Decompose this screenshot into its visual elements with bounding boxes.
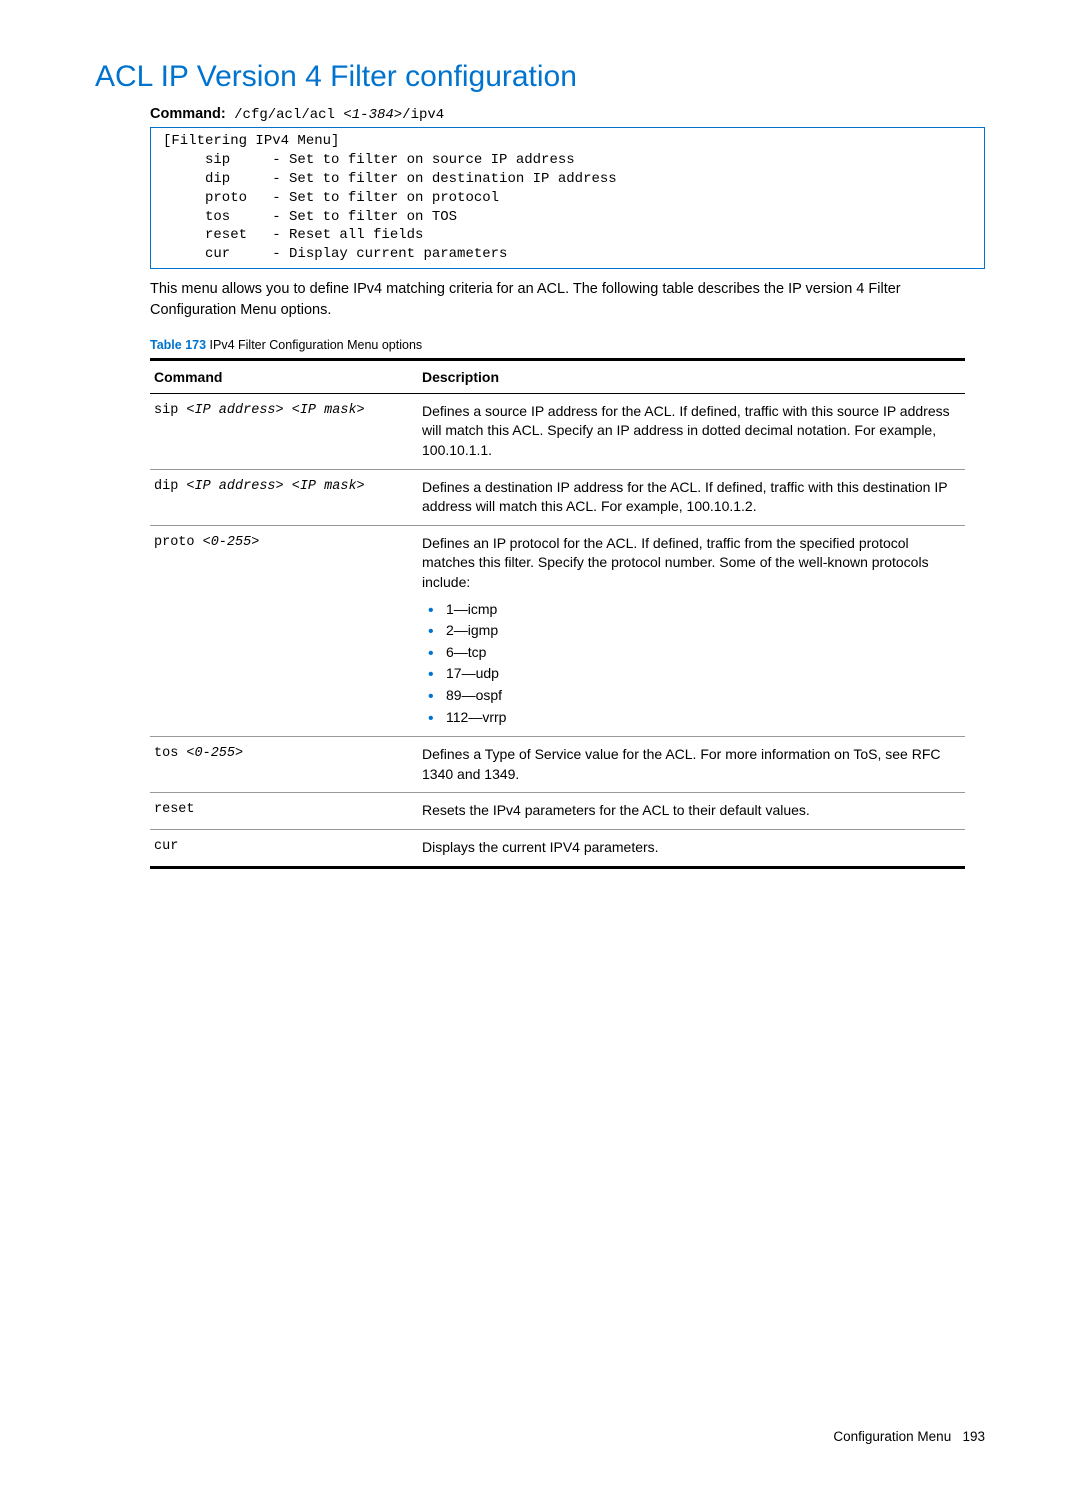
desc-proto: Defines an IP protocol for the ACL. If d… bbox=[418, 525, 965, 736]
table-row: proto <0-255> Defines an IP protocol for… bbox=[150, 525, 965, 736]
table-caption-text: IPv4 Filter Configuration Menu options bbox=[206, 338, 422, 352]
command-label: Command: bbox=[150, 106, 226, 122]
desc-sip: Defines a source IP address for the ACL.… bbox=[418, 393, 965, 469]
desc-tos: Defines a Type of Service value for the … bbox=[418, 737, 965, 793]
cmd-dip: dip <IP address> <IP mask> bbox=[150, 469, 418, 525]
page-footer: Configuration Menu 193 bbox=[95, 1429, 985, 1444]
list-item: 6—tcp bbox=[428, 642, 961, 664]
list-item: 1—icmp bbox=[428, 599, 961, 621]
cmd-cur: cur bbox=[150, 829, 418, 867]
options-table: Command Description sip <IP address> <IP… bbox=[150, 358, 965, 869]
col-description: Description bbox=[418, 359, 965, 393]
table-number: Table 173 bbox=[150, 338, 206, 352]
table-row: reset Resets the IPv4 parameters for the… bbox=[150, 793, 965, 830]
list-item: 2—igmp bbox=[428, 620, 961, 642]
cmd-reset: reset bbox=[150, 793, 418, 830]
page-title: ACL IP Version 4 Filter configuration bbox=[95, 60, 985, 94]
list-item: 89—ospf bbox=[428, 685, 961, 707]
cmd-tos: tos <0-255> bbox=[150, 737, 418, 793]
list-item: 112—vrrp bbox=[428, 707, 961, 729]
table-row: tos <0-255> Defines a Type of Service va… bbox=[150, 737, 965, 793]
command-path-prefix: /cfg/acl/acl bbox=[226, 107, 344, 123]
footer-page-number: 193 bbox=[962, 1429, 985, 1444]
command-line: Command: /cfg/acl/acl <1-384>/ipv4 bbox=[150, 106, 985, 123]
cmd-sip: sip <IP address> <IP mask> bbox=[150, 393, 418, 469]
cmd-proto: proto <0-255> bbox=[150, 525, 418, 736]
footer-section: Configuration Menu bbox=[833, 1429, 951, 1444]
menu-output-box: [Filtering IPv4 Menu] sip - Set to filte… bbox=[150, 127, 985, 269]
command-path-range: <1-384> bbox=[343, 107, 402, 123]
table-row: dip <IP address> <IP mask> Defines a des… bbox=[150, 469, 965, 525]
command-path-suffix: /ipv4 bbox=[402, 107, 444, 123]
desc-dip: Defines a destination IP address for the… bbox=[418, 469, 965, 525]
col-command: Command bbox=[150, 359, 418, 393]
table-row: cur Displays the current IPV4 parameters… bbox=[150, 829, 965, 867]
list-item: 17—udp bbox=[428, 663, 961, 685]
table-caption: Table 173 IPv4 Filter Configuration Menu… bbox=[150, 338, 985, 352]
table-row: sip <IP address> <IP mask> Defines a sou… bbox=[150, 393, 965, 469]
proto-list: 1—icmp 2—igmp 6—tcp 17—udp 89—ospf 112—v… bbox=[428, 599, 961, 729]
desc-reset: Resets the IPv4 parameters for the ACL t… bbox=[418, 793, 965, 830]
intro-text: This menu allows you to define IPv4 matc… bbox=[150, 279, 985, 320]
desc-cur: Displays the current IPV4 parameters. bbox=[418, 829, 965, 867]
